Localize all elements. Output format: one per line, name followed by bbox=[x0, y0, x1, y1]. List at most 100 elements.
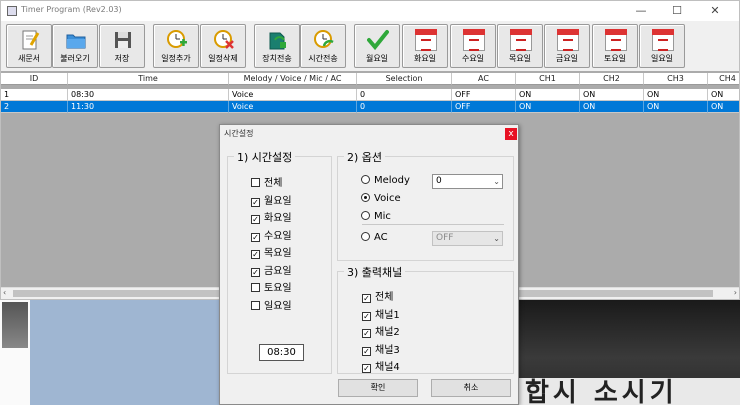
toolbar-button-label: 월요일 bbox=[365, 54, 389, 63]
toolbar-button-12[interactable]: 토요일 bbox=[592, 24, 638, 68]
grid-cell: Voice bbox=[229, 101, 357, 113]
checkbox-label: 채널2 bbox=[375, 327, 400, 338]
toolbar-button-5[interactable]: 장치전송 bbox=[254, 24, 300, 68]
toolbar-button-2[interactable]: 저장 bbox=[99, 24, 145, 68]
checkbox[interactable]: ✓ bbox=[362, 346, 371, 356]
table-row[interactable]: 1 08:30 Voice 0 OFF ON ON ON ON bbox=[1, 89, 739, 101]
time-setting-dialog: 시간설정 x 1) 시간설정 전체 ✓ 월요일 ✓ 화요일 ✓ 수요일 ✓ 목요일 ✓ 금요일 토요일… bbox=[219, 124, 519, 405]
checkbox-label: 채널4 bbox=[375, 362, 400, 373]
toolbar-button-11[interactable]: 금요일 bbox=[544, 24, 590, 68]
checkbox[interactable]: ✓ bbox=[362, 329, 371, 338]
day-checkbox-3[interactable]: ✓ 수요일 bbox=[251, 227, 292, 242]
option-radio-1[interactable]: Voice bbox=[361, 193, 401, 204]
table-row[interactable]: 2 11:30 Voice 0 OFF ON ON ON ON bbox=[1, 101, 739, 113]
radio-label: AC bbox=[374, 232, 388, 243]
radio-button[interactable] bbox=[361, 175, 370, 184]
checkbox[interactable]: ✓ bbox=[362, 364, 371, 373]
checkbox-label: 월요일 bbox=[264, 195, 292, 207]
options-divider bbox=[362, 224, 504, 225]
title-bar[interactable]: Timer Program (Rev2.03) — ☐ ✕ bbox=[1, 1, 739, 21]
checkbox[interactable]: ✓ bbox=[362, 311, 371, 321]
grid-cell: ON bbox=[644, 89, 708, 101]
column-header[interactable]: Melody / Voice / Mic / AC bbox=[229, 73, 357, 85]
radio-label: Melody bbox=[374, 175, 410, 186]
grid-cell: Voice bbox=[229, 89, 357, 101]
checkbox[interactable]: ✓ bbox=[251, 215, 260, 224]
column-header[interactable]: AC bbox=[452, 73, 516, 85]
checkbox-label: 토요일 bbox=[264, 283, 292, 294]
toolbar-button-10[interactable]: 목요일 bbox=[497, 24, 543, 68]
channel-checkbox-4[interactable]: ✓ 채널4 bbox=[362, 358, 400, 373]
time-setting-group: 1) 시간설정 전체 ✓ 월요일 ✓ 화요일 ✓ 수요일 ✓ 목요일 ✓ 금요일 토요일 일요일 08:… bbox=[227, 149, 332, 374]
option-radio-3[interactable]: AC bbox=[361, 232, 388, 243]
chevron-down-icon: ⌄ bbox=[493, 234, 500, 243]
channel-checkbox-0[interactable]: ✓ 전체 bbox=[362, 288, 393, 303]
column-header[interactable]: Time bbox=[68, 73, 229, 85]
scroll-left-arrow[interactable]: ‹ bbox=[3, 288, 6, 297]
checkbox[interactable] bbox=[251, 300, 260, 310]
checkbox[interactable] bbox=[251, 178, 260, 187]
column-header[interactable]: CH3 bbox=[644, 73, 708, 85]
checkbox[interactable] bbox=[251, 283, 260, 292]
column-header[interactable]: CH2 bbox=[580, 73, 644, 85]
melody-select[interactable]: 0 ⌄ bbox=[432, 174, 503, 189]
toolbar-button-label: 새문서 bbox=[17, 54, 41, 63]
output-channel-group: 3) 출력채널 ✓ 전체 ✓ 채널1 ✓ 채널2 ✓ 채널3 ✓ 채널4 bbox=[337, 264, 514, 374]
channel-checkbox-3[interactable]: ✓ 채널3 bbox=[362, 341, 400, 356]
toolbar-button-13[interactable]: 일요일 bbox=[639, 24, 685, 68]
day-checkbox-2[interactable]: ✓ 화요일 bbox=[251, 209, 292, 224]
checkbox[interactable]: ✓ bbox=[251, 250, 260, 259]
checkbox-label: 일요일 bbox=[264, 300, 292, 312]
calendar-icon bbox=[652, 29, 674, 51]
toolbar-button-0[interactable]: 새문서 bbox=[6, 24, 52, 68]
toolbar-button-8[interactable]: 화요일 bbox=[402, 24, 448, 68]
checkbox[interactable]: ✓ bbox=[251, 267, 260, 277]
column-header[interactable]: CH4 bbox=[708, 73, 739, 85]
radio-button[interactable] bbox=[361, 211, 370, 220]
option-radio-2[interactable]: Mic bbox=[361, 211, 391, 222]
checkbox[interactable]: ✓ bbox=[251, 197, 260, 207]
toolbar-button-label: 토요일 bbox=[603, 54, 627, 63]
day-checkbox-6[interactable]: 토요일 bbox=[251, 279, 292, 294]
checkbox-label: 전체 bbox=[264, 178, 283, 189]
day-checkbox-1[interactable]: ✓ 월요일 bbox=[251, 192, 292, 207]
channel-checkbox-2[interactable]: ✓ 채널2 bbox=[362, 323, 400, 338]
radio-button[interactable] bbox=[361, 232, 370, 241]
close-button[interactable]: ✕ bbox=[697, 1, 733, 21]
toolbar-button-4[interactable]: 일정삭제 bbox=[200, 24, 246, 68]
toolbar-button-9[interactable]: 수요일 bbox=[450, 24, 496, 68]
column-header[interactable]: ID bbox=[1, 73, 68, 85]
day-checkbox-0[interactable]: 전체 bbox=[251, 174, 282, 189]
minimize-button[interactable]: — bbox=[623, 1, 659, 21]
channel-checkbox-1[interactable]: ✓ 채널1 bbox=[362, 306, 400, 321]
toolbar-button-label: 일정추가 bbox=[161, 54, 191, 63]
toolbar-button-6[interactable]: 시간전송 bbox=[300, 24, 346, 68]
channel-group-title: 3) 출력채널 bbox=[344, 264, 406, 280]
grid-cell: 08:30 bbox=[68, 89, 229, 101]
options-group: 2) 옵션 Melody Voice Mic AC 0 ⌄ OFF ⌄ bbox=[337, 149, 514, 261]
radio-button[interactable] bbox=[361, 193, 370, 202]
ok-button[interactable]: 확인 bbox=[338, 379, 418, 397]
day-checkbox-4[interactable]: ✓ 목요일 bbox=[251, 244, 292, 259]
cancel-button[interactable]: 취소 bbox=[431, 379, 511, 397]
calendar-icon bbox=[510, 29, 532, 51]
toolbar-button-7[interactable]: 월요일 bbox=[354, 24, 400, 68]
background-sign-text: 합시 소시기 bbox=[525, 378, 678, 405]
ac-select[interactable]: OFF ⌄ bbox=[432, 231, 503, 246]
column-header[interactable]: CH1 bbox=[516, 73, 580, 85]
dialog-close-button[interactable]: x bbox=[505, 128, 517, 140]
day-checkbox-7[interactable]: 일요일 bbox=[251, 297, 292, 312]
checkbox[interactable]: ✓ bbox=[362, 294, 371, 303]
calendar-icon bbox=[415, 29, 437, 51]
day-checkbox-5[interactable]: ✓ 금요일 bbox=[251, 262, 292, 277]
time-input[interactable]: 08:30 bbox=[259, 344, 304, 361]
column-header[interactable]: Selection bbox=[357, 73, 452, 85]
option-radio-0[interactable]: Melody bbox=[361, 175, 410, 186]
toolbar-button-1[interactable]: 불러오기 bbox=[52, 24, 98, 68]
maximize-button[interactable]: ☐ bbox=[659, 1, 695, 21]
checkbox[interactable]: ✓ bbox=[251, 232, 260, 242]
grid-header-row[interactable]: ID Time Melody / Voice / Mic / AC Selection… bbox=[1, 73, 739, 85]
toolbar-button-3[interactable]: 일정추가 bbox=[153, 24, 199, 68]
scroll-right-arrow[interactable]: › bbox=[734, 288, 737, 297]
grid-cell: ON bbox=[580, 101, 644, 113]
